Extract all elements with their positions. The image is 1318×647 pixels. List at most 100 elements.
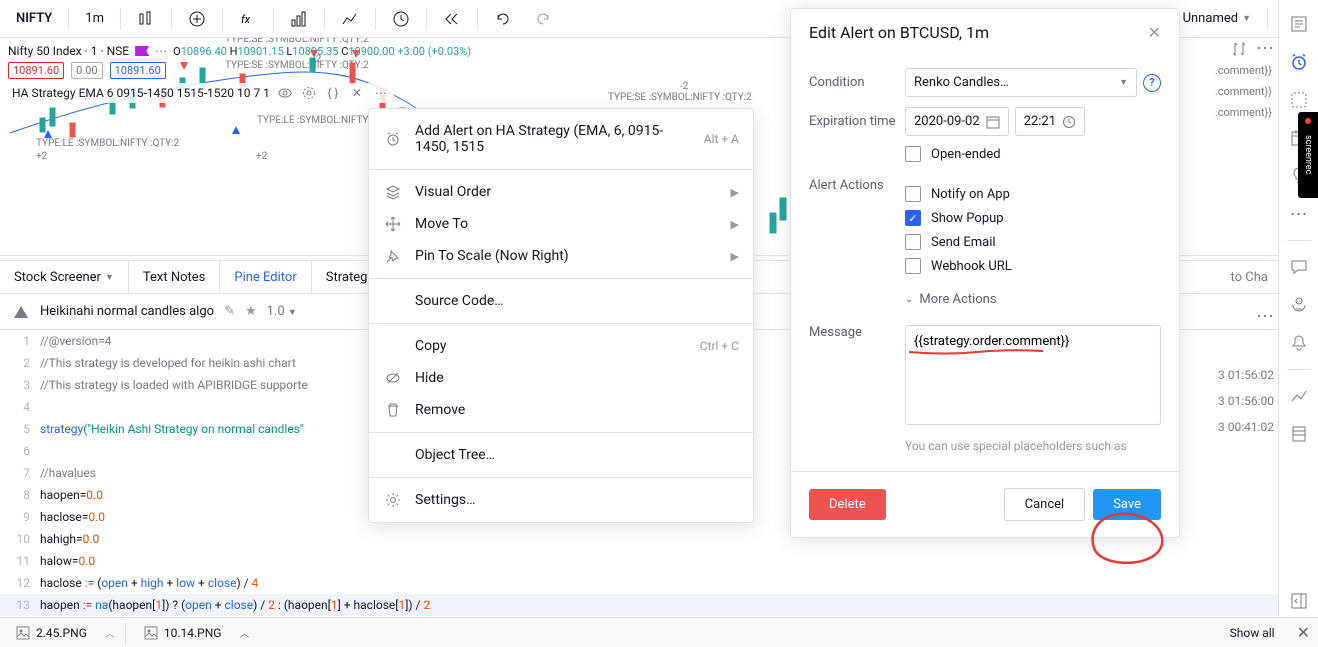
taskbar-file-1[interactable]: 2.45.PNG — [8, 624, 95, 642]
more-actions-toggle[interactable]: ⌄More Actions — [905, 292, 1161, 307]
sort-icon[interactable] — [1230, 40, 1248, 58]
condition-select[interactable]: Renko Candles…▼ — [905, 68, 1137, 97]
more-icon[interactable]: ⋯ — [155, 44, 167, 58]
gear-icon — [383, 492, 403, 508]
redo-icon[interactable] — [526, 6, 560, 32]
alerts-icon[interactable] — [1283, 46, 1315, 78]
ctx-move-to[interactable]: Move To ▶ — [369, 208, 753, 240]
candles-icon[interactable] — [129, 6, 163, 32]
source-icon[interactable]: { } — [324, 84, 342, 102]
notifications-icon[interactable] — [1283, 327, 1315, 359]
expiration-time-input[interactable]: 22:21 — [1015, 107, 1085, 136]
indicators-icon[interactable]: fx — [231, 6, 265, 32]
ctx-settings[interactable]: Settings… — [369, 484, 753, 516]
chart-legend: Nifty 50 Index · 1 · NSE ⋯ O10896.40 H10… — [8, 44, 471, 103]
chevron-right-icon: ▶ — [731, 250, 739, 263]
interval-button[interactable]: 1m — [77, 7, 112, 30]
calendar-icon — [986, 115, 1000, 129]
screenrec-badge: screenrec — [1298, 112, 1318, 198]
financials-icon[interactable] — [282, 6, 316, 32]
expiration-label: Expiration time — [809, 114, 905, 129]
script-name: Heikinahi normal candles algo — [40, 304, 214, 319]
script-icon — [12, 303, 30, 321]
tab-text-notes[interactable]: Text Notes — [129, 261, 221, 293]
taskbar: 2.45.PNG ︿ 10.14.PNG ︿ Show all ✕ — [0, 617, 1318, 647]
show-popup-checkbox[interactable]: ✓Show Popup — [905, 210, 1161, 226]
info-icon[interactable]: ? — [1143, 74, 1161, 92]
save-button[interactable]: Save — [1093, 489, 1161, 520]
alarm-icon — [383, 131, 403, 147]
publish-fragment: to Cha — [1221, 270, 1278, 285]
compare-icon[interactable] — [180, 6, 214, 32]
watchlist-icon[interactable] — [1283, 8, 1315, 40]
more-icon[interactable]: ⋯ — [1283, 198, 1315, 230]
symbol-title: Nifty 50 Index · 1 · NSE — [8, 44, 129, 58]
ctx-remove[interactable]: Remove — [369, 394, 753, 426]
chevron-down-icon: ⌄ — [905, 294, 913, 305]
alert-icon[interactable] — [384, 6, 418, 32]
tab-pine-editor[interactable]: Pine Editor — [220, 261, 311, 293]
version-dropdown[interactable]: 1.0 ▼ — [267, 304, 297, 319]
pin-icon — [383, 248, 403, 264]
undo-icon[interactable] — [486, 6, 520, 32]
template-icon[interactable] — [333, 6, 367, 32]
webhook-checkbox[interactable]: Webhook URL — [905, 258, 1161, 274]
collapse-icon[interactable] — [1283, 585, 1315, 617]
expiration-date-input[interactable]: 2020-09-02 — [905, 107, 1009, 136]
more-icon[interactable]: ⋯ — [1256, 38, 1274, 59]
show-all-button[interactable]: Show all — [1230, 626, 1275, 640]
ctx-pin-scale[interactable]: Pin To Scale (Now Right) ▶ — [369, 240, 753, 272]
image-icon — [144, 626, 158, 640]
cancel-button[interactable]: Cancel — [1004, 488, 1086, 521]
chevron-up-icon[interactable]: ︿ — [105, 625, 115, 640]
chevron-right-icon: ▶ — [731, 186, 739, 199]
star-icon[interactable]: ★ — [245, 304, 257, 319]
edit-alert-modal: Edit Alert on BTCUSD, 1m ✕ Condition Ren… — [790, 8, 1180, 538]
ctx-add-alert[interactable]: Add Alert on HA Strategy (EMA, 6, 0915-1… — [369, 115, 753, 163]
price-tag-last: 10891.60 — [8, 62, 64, 79]
hide-icon — [383, 370, 403, 386]
ohlc-values: O10896.40 H10901.15 L10895.35 C10900.00 … — [173, 45, 471, 58]
eye-icon[interactable] — [276, 84, 294, 102]
close-icon[interactable]: ✕ — [1148, 23, 1161, 42]
edit-icon[interactable]: ✎ — [224, 304, 235, 319]
open-ended-checkbox[interactable]: Open-ended — [905, 146, 1161, 162]
taskbar-file-2[interactable]: 10.14.PNG — [136, 624, 230, 642]
price-tag-bid: 10891.60 — [110, 62, 166, 79]
gear-icon[interactable] — [300, 84, 318, 102]
replay-icon[interactable] — [435, 6, 469, 32]
ctx-visual-order[interactable]: Visual Order ▶ — [369, 176, 753, 208]
svg-text:fx: fx — [241, 13, 251, 26]
tab-stock-screener[interactable]: Stock Screener▼ — [0, 261, 129, 293]
dom-icon[interactable] — [1283, 418, 1315, 450]
stream-icon[interactable] — [1283, 289, 1315, 321]
performance-icon[interactable] — [1283, 380, 1315, 412]
condition-label: Condition — [809, 75, 905, 90]
notify-app-checkbox[interactable]: Notify on App — [905, 186, 1161, 202]
chevron-up-icon[interactable]: ︿ — [239, 625, 249, 640]
alert-list-fragment: .comment}} .comment}} .comment}} — [1178, 60, 1278, 123]
context-menu: Add Alert on HA Strategy (EMA, 6, 0915-1… — [368, 108, 754, 523]
flag-icon[interactable] — [135, 46, 149, 56]
more-icon[interactable]: ⋯ — [372, 84, 390, 102]
ctx-hide[interactable]: Hide — [369, 362, 753, 394]
price-tag-change: 0.00 — [71, 62, 102, 79]
right-rail: ⋯ — [1278, 0, 1318, 617]
chat-icon[interactable] — [1283, 251, 1315, 283]
message-textarea[interactable] — [905, 325, 1161, 425]
symbol-button[interactable]: NIFTY — [8, 7, 60, 30]
ctx-source-code[interactable]: Source Code… — [369, 285, 753, 317]
ctx-copy[interactable]: Copy Ctrl + C — [369, 330, 753, 362]
close-icon[interactable]: ✕ — [348, 84, 366, 102]
close-icon[interactable]: ✕ — [1297, 623, 1310, 642]
ctx-object-tree[interactable]: Object Tree… — [369, 439, 753, 471]
alert-section-more-icon[interactable]: ⋯ — [1256, 306, 1274, 327]
layers-icon — [383, 184, 403, 200]
trash-icon — [383, 402, 403, 418]
modal-title: Edit Alert on BTCUSD, 1m — [809, 23, 989, 42]
move-icon — [383, 216, 403, 232]
message-hint: You can use special placeholders such as — [905, 439, 1161, 453]
delete-button[interactable]: Delete — [809, 489, 886, 520]
send-email-checkbox[interactable]: Send Email — [905, 234, 1161, 250]
chevron-right-icon: ▶ — [731, 218, 739, 231]
